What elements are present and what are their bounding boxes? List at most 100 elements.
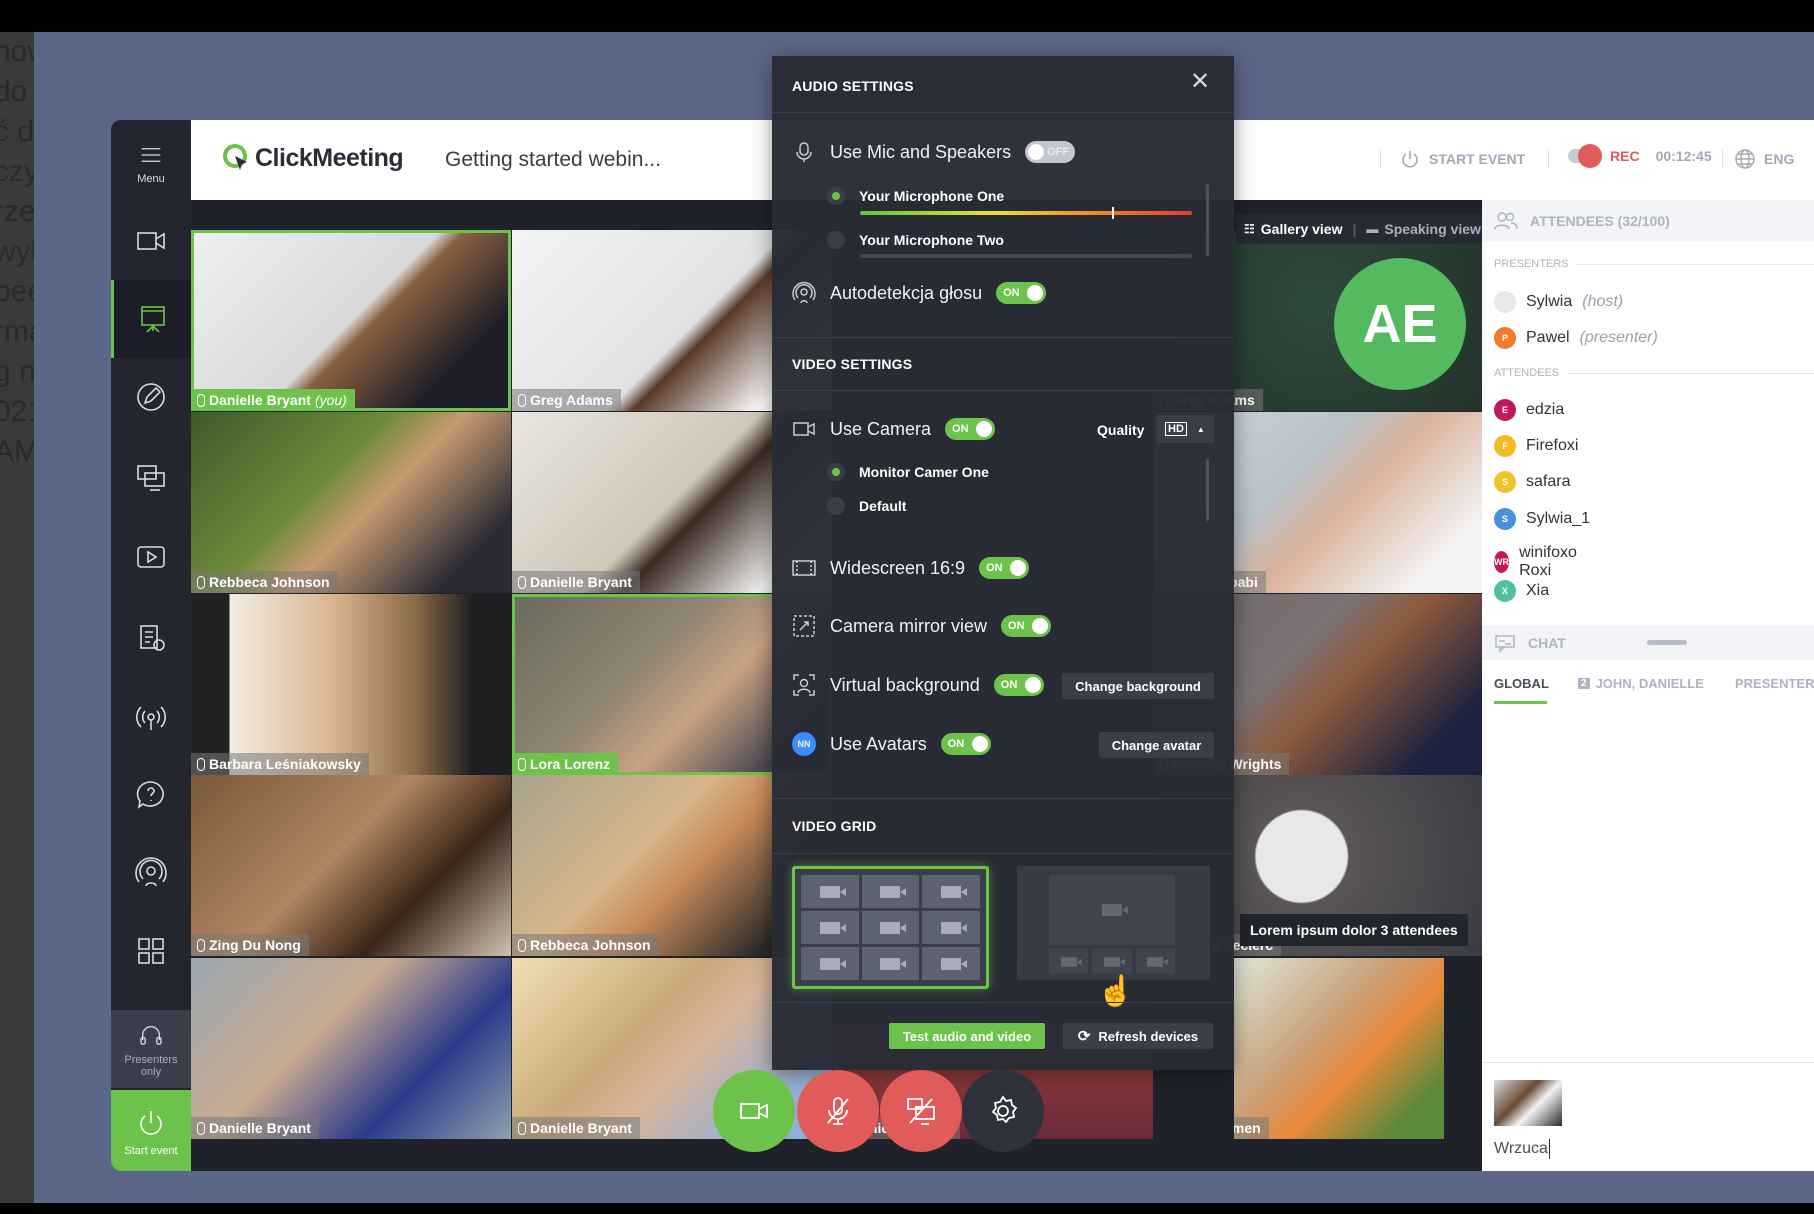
scrollbar[interactable] bbox=[1206, 184, 1209, 256]
audio-settings-title: AUDIO SETTINGS bbox=[792, 78, 914, 94]
quality-dropdown[interactable]: HD ▲ bbox=[1157, 415, 1214, 443]
clickmeeting-logo[interactable]: ClickMeeting bbox=[221, 142, 404, 174]
sidebar-item-tests[interactable] bbox=[111, 598, 191, 676]
participant-list-item[interactable]: WR winifoxo Roxi bbox=[1494, 544, 1584, 580]
video-tile[interactable]: Rebbeca Johnson bbox=[191, 412, 511, 593]
thumb-cell bbox=[1135, 949, 1175, 974]
settings-button[interactable] bbox=[962, 1070, 1044, 1152]
divider bbox=[772, 798, 1234, 799]
avatar bbox=[1494, 291, 1516, 313]
left-sidebar: Menu Presenters only Start event bbox=[111, 120, 191, 1171]
use-mic-toggle[interactable]: OFF bbox=[1025, 141, 1076, 163]
participant-list-item[interactable]: Ssafara bbox=[1494, 471, 1570, 493]
camera-option-default[interactable]: Default bbox=[827, 497, 906, 515]
chat-tab-john-danielle[interactable]: 2 JOHN, DANIELLE bbox=[1578, 676, 1704, 691]
screen-share-off-button[interactable] bbox=[880, 1070, 962, 1152]
chat-badge: 2 bbox=[1578, 678, 1590, 689]
sidebar-item-streaming[interactable] bbox=[111, 834, 191, 912]
video-tile[interactable]: Barbara Leśniakowsky bbox=[191, 594, 511, 775]
widescreen-toggle[interactable]: ON bbox=[979, 557, 1030, 579]
participant-list-item[interactable]: Sylwia (host) bbox=[1494, 291, 1623, 313]
attendees-count: ATTENDEES (32/100) bbox=[1530, 212, 1670, 229]
avatars-label: Use Avatars bbox=[830, 733, 927, 754]
radio-unselected[interactable] bbox=[827, 231, 845, 249]
microphone-icon bbox=[197, 575, 205, 589]
refresh-devices-button[interactable]: ⟳ Refresh devices bbox=[1063, 1023, 1213, 1049]
video-grid-title: VIDEO GRID bbox=[792, 818, 877, 834]
chat-attachment-image[interactable] bbox=[1494, 1080, 1562, 1126]
microphone-icon bbox=[197, 757, 205, 771]
gallery-view-button[interactable]: ☷ Gallery view bbox=[1244, 221, 1342, 237]
change-avatar-button[interactable]: Change avatar bbox=[1099, 732, 1214, 758]
start-event-header-button[interactable]: START EVENT bbox=[1399, 148, 1525, 170]
stream-person-icon bbox=[135, 857, 167, 887]
sidebar-item-screen-share[interactable] bbox=[111, 438, 191, 516]
background-text-fragment: do bbox=[0, 75, 28, 108]
widescreen-row: Widescreen 16:9 ON bbox=[792, 556, 1030, 580]
microphone-muted-button[interactable] bbox=[797, 1070, 879, 1152]
mic-one-level-meter bbox=[860, 207, 1192, 219]
quality-label: Quality bbox=[1097, 422, 1145, 438]
sidebar-item-layouts[interactable] bbox=[111, 912, 191, 990]
gallery-grid-option[interactable] bbox=[792, 866, 989, 989]
virtual-bg-row: Virtual background ON bbox=[792, 673, 1044, 697]
chat-input[interactable]: Wrzuca bbox=[1494, 1139, 1550, 1159]
language-label: ENG bbox=[1764, 151, 1795, 167]
start-event-button[interactable]: Start event bbox=[111, 1090, 191, 1171]
radio-selected[interactable] bbox=[827, 463, 845, 481]
record-toggle[interactable]: REC 00:12:45 bbox=[1568, 144, 1712, 168]
microphone-icon bbox=[518, 938, 526, 952]
participant-name: Sylwia_1 bbox=[1526, 510, 1591, 527]
participant-list-item[interactable]: Eedzia bbox=[1494, 399, 1564, 421]
grid-cell bbox=[801, 875, 859, 908]
radio-selected[interactable] bbox=[827, 187, 845, 205]
change-background-button[interactable]: Change background bbox=[1062, 673, 1214, 699]
virtual-bg-toggle[interactable]: ON bbox=[993, 674, 1044, 696]
clickmeeting-logo-icon bbox=[223, 144, 247, 170]
sidebar-item-video[interactable] bbox=[111, 518, 191, 596]
speaker-grid-option[interactable] bbox=[1017, 866, 1210, 980]
mic-option-two[interactable]: Your Microphone Two bbox=[827, 231, 1004, 249]
video-tile[interactable]: Danielle Bryant (you) bbox=[191, 230, 511, 411]
caret-up-icon: ▲ bbox=[1196, 424, 1205, 434]
chat-tab-presenters[interactable]: PRESENTERS bbox=[1735, 676, 1814, 691]
chat-resize-handle[interactable] bbox=[1647, 640, 1687, 645]
radio-unselected[interactable] bbox=[827, 497, 845, 515]
sidebar-item-presentation[interactable] bbox=[111, 280, 191, 358]
sidebar-item-broadcast[interactable] bbox=[111, 678, 191, 756]
participant-name-label: Danielle Bryant (you) bbox=[191, 389, 355, 411]
microphone-icon bbox=[197, 938, 205, 952]
video-tile[interactable]: Greg Oldmen bbox=[1234, 958, 1444, 1139]
participant-list-item[interactable]: S Sylwia_1 bbox=[1494, 508, 1590, 530]
sidebar-item-camera[interactable] bbox=[111, 202, 191, 280]
participant-list-item[interactable]: X Xia bbox=[1494, 580, 1549, 602]
sidebar-item-whiteboard[interactable] bbox=[111, 358, 191, 436]
background-text-fragment: ć d bbox=[0, 115, 34, 148]
scrollbar[interactable] bbox=[1206, 459, 1209, 521]
avatars-toggle[interactable]: ON bbox=[940, 733, 991, 755]
sidebar-item-questions[interactable] bbox=[111, 756, 191, 834]
speaking-view-button[interactable]: ▬ Speaking view bbox=[1366, 221, 1480, 237]
audio-video-settings-dialog: AUDIO SETTINGS ✕ Use Mic and Speakers OF… bbox=[772, 56, 1234, 1070]
language-selector[interactable]: ENG bbox=[1734, 148, 1794, 170]
participant-list-item[interactable]: F Firefoxi bbox=[1494, 435, 1578, 457]
record-switch[interactable] bbox=[1568, 144, 1602, 168]
participant-list-item[interactable]: P Pawel (presenter) bbox=[1494, 327, 1658, 349]
camera-option-one[interactable]: Monitor Camer One bbox=[827, 463, 989, 481]
grid-cell bbox=[801, 947, 859, 980]
autodetect-toggle[interactable]: ON bbox=[996, 282, 1047, 304]
camera-toggle-button[interactable] bbox=[713, 1070, 795, 1152]
chat-tab-global[interactable]: GLOBAL bbox=[1494, 676, 1549, 691]
video-tile[interactable]: Zing Du Nong bbox=[191, 775, 511, 956]
video-tile[interactable]: Danielle Bryant bbox=[191, 958, 511, 1139]
question-bubble-icon bbox=[136, 781, 164, 809]
mic-option-one[interactable]: Your Microphone One bbox=[827, 187, 1004, 205]
attendees-header[interactable]: ATTENDEES (32/100) bbox=[1482, 200, 1814, 241]
menu-button[interactable]: Menu bbox=[111, 124, 191, 202]
background-text-fragment: now bbox=[0, 35, 34, 68]
test-audio-video-button[interactable]: Test audio and video bbox=[889, 1023, 1045, 1049]
presenters-only-button[interactable]: Presenters only bbox=[111, 1010, 191, 1088]
use-camera-toggle[interactable]: ON bbox=[945, 418, 996, 440]
close-icon[interactable]: ✕ bbox=[1190, 70, 1210, 94]
mirror-toggle[interactable]: ON bbox=[1001, 615, 1052, 637]
